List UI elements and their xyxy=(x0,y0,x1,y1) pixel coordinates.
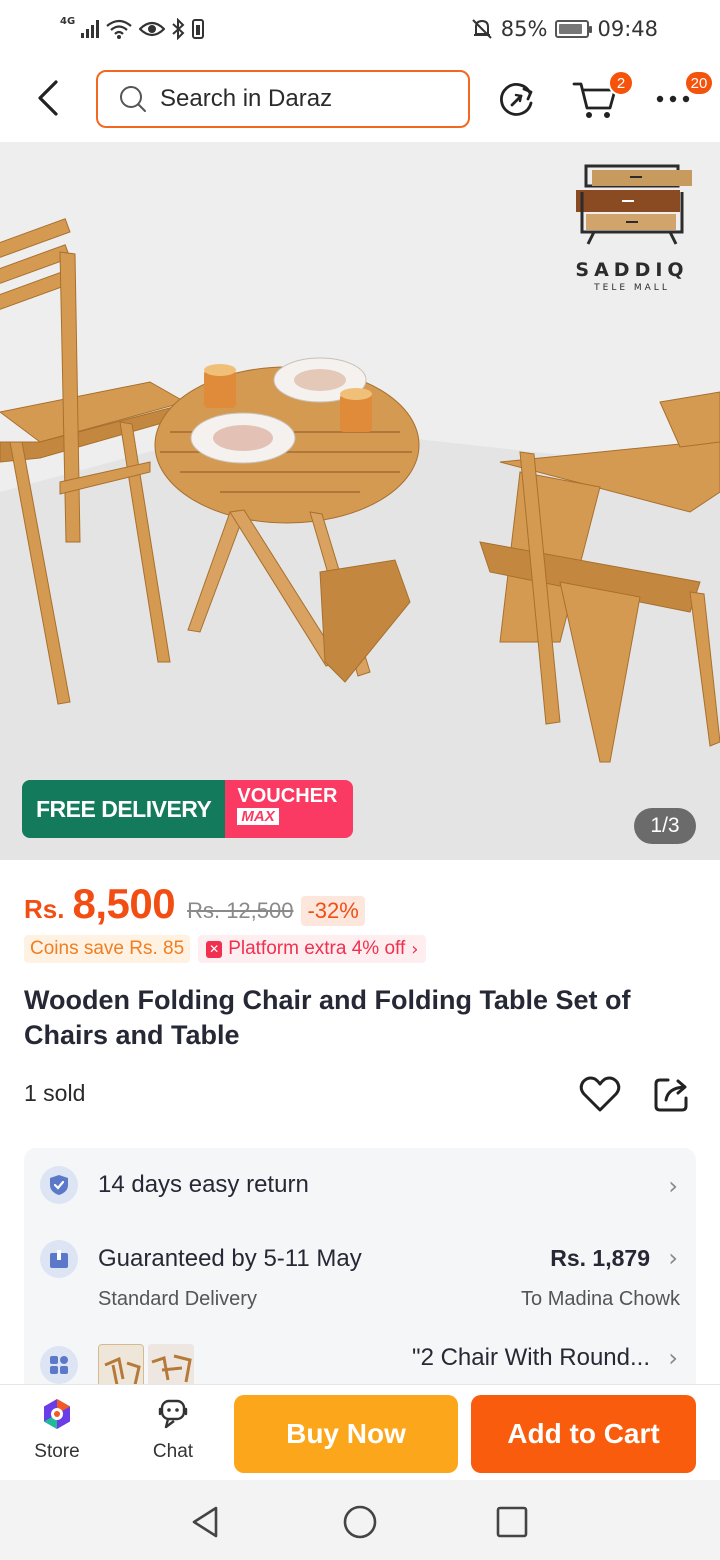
platform-offer-chip[interactable]: ✕ Platform extra 4% off › xyxy=(198,935,427,963)
nav-recents-icon[interactable] xyxy=(492,1502,532,1542)
wishlist-button[interactable] xyxy=(578,1072,622,1116)
share-button[interactable] xyxy=(650,1072,694,1116)
signal-icon xyxy=(81,20,100,38)
status-icons-right: 85% 09:48 xyxy=(471,14,658,44)
product-title: Wooden Folding Chair and Folding Table S… xyxy=(24,985,631,1050)
coins-save-chip: Coins save Rs. 85 xyxy=(24,935,191,963)
discount-badge: -32% xyxy=(301,896,365,926)
chevron-right-icon: › xyxy=(668,1244,678,1272)
add-to-cart-button[interactable]: Add to Cart xyxy=(471,1395,696,1473)
back-arrow-icon xyxy=(38,80,58,116)
grid-icon xyxy=(40,1346,78,1384)
sold-count: 1 sold xyxy=(24,1080,86,1106)
battery-percent: 85% xyxy=(500,17,548,41)
voucher-icon: ✕ xyxy=(206,940,223,958)
cart-button[interactable]: 2 xyxy=(572,70,634,122)
chevron-right-icon: › xyxy=(411,938,419,960)
offer-chips: Coins save Rs. 85 ✕ Platform extra 4% of… xyxy=(24,935,427,963)
buy-now-button[interactable]: Buy Now xyxy=(234,1395,458,1473)
status-bar: 4G 85% 09:48 xyxy=(0,0,720,58)
more-dots-icon xyxy=(656,95,690,103)
network-type: 4G xyxy=(60,15,76,27)
eye-icon xyxy=(139,21,166,37)
store-icon xyxy=(44,1399,70,1429)
search-input[interactable]: Search in Daraz xyxy=(96,70,470,128)
voucher-max-label: MAX xyxy=(237,808,279,825)
clock: 09:48 xyxy=(597,17,658,41)
chevron-right-icon: › xyxy=(668,1172,678,1200)
share-icon xyxy=(654,1078,688,1112)
store-label: Store xyxy=(34,1441,80,1462)
image-counter: 1/3 xyxy=(634,808,696,844)
logo-subtitle: TELE MALL xyxy=(594,283,670,293)
chat-icon xyxy=(158,1399,188,1429)
return-policy-row[interactable]: 14 days easy return › xyxy=(24,1148,696,1222)
delivery-row[interactable]: Guaranteed by 5-11 May Rs. 1,879 › Stand… xyxy=(24,1222,696,1322)
voucher-max-badge: VOUCHER MAX xyxy=(225,780,354,838)
chevron-right-icon: › xyxy=(668,1344,678,1372)
nav-home-icon[interactable] xyxy=(340,1502,380,1542)
mute-bell-icon xyxy=(472,19,492,39)
price-row: Rs. 8,500 Rs. 12,500 -32% xyxy=(24,880,365,928)
history-icon xyxy=(500,83,533,116)
free-delivery-badge: FREE DELIVERY xyxy=(22,780,226,838)
battery-fill xyxy=(559,24,582,34)
more-badge: 20 xyxy=(684,70,714,96)
seller-logo: SADDIQ TELE MALL xyxy=(564,162,700,293)
store-button[interactable]: Store xyxy=(17,1397,97,1463)
return-policy-text: 14 days easy return xyxy=(98,1171,309,1198)
voucher-label: VOUCHER xyxy=(237,785,338,807)
wifi-icon xyxy=(106,19,132,39)
furniture-logo-icon xyxy=(576,164,692,245)
product-image-carousel[interactable]: SADDIQ TELE MALL FREE DELIVERY VOUCHER M… xyxy=(0,142,720,860)
top-header: Search in Daraz 2 20 xyxy=(0,58,720,142)
heart-icon xyxy=(579,1076,621,1112)
delivery-guarantee-text: Guaranteed by 5-11 May xyxy=(98,1245,362,1272)
nav-back-icon[interactable] xyxy=(186,1502,226,1542)
delivery-location: To Madina Chowk xyxy=(521,1288,680,1310)
chat-label: Chat xyxy=(152,1441,194,1462)
search-icon xyxy=(120,86,146,112)
system-navigation-bar xyxy=(0,1480,720,1560)
history-button[interactable] xyxy=(494,76,540,122)
services-card: 14 days easy return › Guaranteed by 5-11… xyxy=(24,1148,696,1408)
vibrate-icon xyxy=(192,19,205,39)
battery-icon xyxy=(555,20,593,38)
platform-offer-label: Platform extra 4% off xyxy=(228,938,406,959)
currency-label: Rs. xyxy=(24,894,65,924)
current-price: 8,500 xyxy=(72,880,176,927)
bluetooth-icon xyxy=(172,18,185,40)
shield-check-icon xyxy=(40,1166,78,1204)
variant-label: "2 Chair With Round... xyxy=(412,1344,650,1371)
search-placeholder: Search in Daraz xyxy=(160,85,333,112)
delivery-type: Standard Delivery xyxy=(98,1288,257,1310)
logo-name: SADDIQ xyxy=(575,259,689,281)
more-button[interactable]: 20 xyxy=(650,70,714,122)
original-price: Rs. 12,500 xyxy=(187,898,294,923)
bottom-action-bar: Store Chat Buy Now Add to Cart xyxy=(0,1384,720,1480)
promo-banner: FREE DELIVERY VOUCHER MAX xyxy=(22,780,354,838)
status-icons-left: 4G xyxy=(60,14,205,44)
cart-badge: 2 xyxy=(608,70,634,96)
delivery-box-icon xyxy=(40,1240,78,1278)
back-button[interactable] xyxy=(24,74,72,122)
delivery-fee: Rs. 1,879 xyxy=(550,1245,650,1271)
chat-button[interactable]: Chat xyxy=(133,1397,213,1463)
